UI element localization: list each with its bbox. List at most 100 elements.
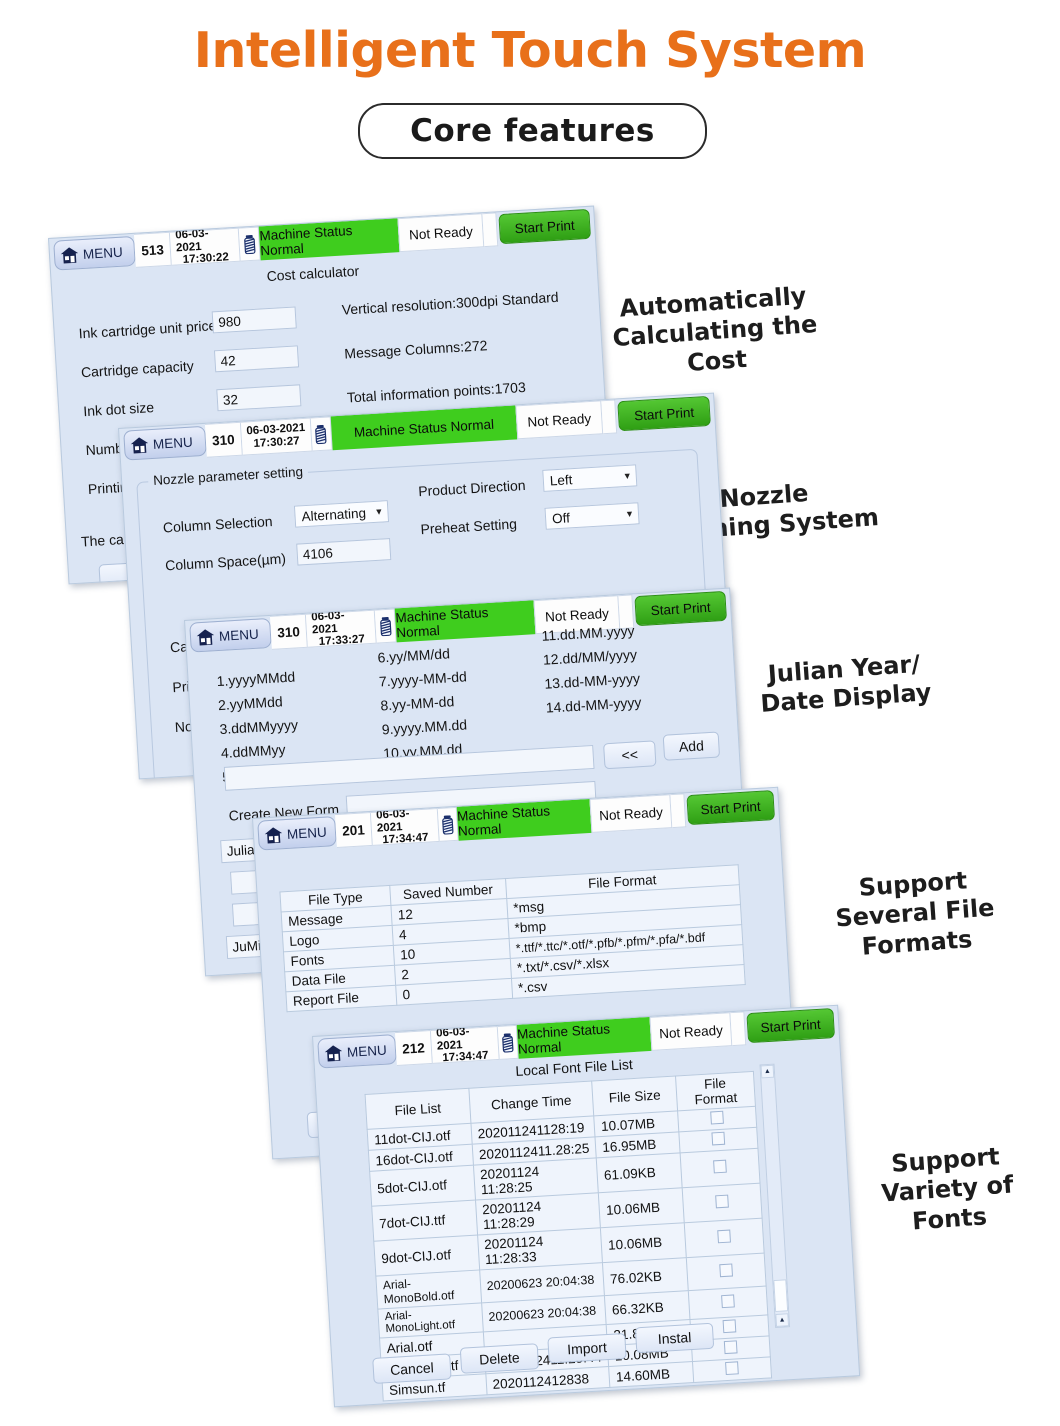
start-print-button[interactable]: Start Print [686,790,776,826]
file-size-cell: 76.02KB [602,1257,689,1296]
field-label: Ink cartridge unit price [78,317,217,342]
file-size-cell: 61.09KB [596,1152,683,1193]
date-text: 06-03-2021 [435,1025,470,1053]
cancel-button[interactable]: Cancel [372,1353,452,1384]
datetime-display: 06-03-2021 17:30:27 [240,417,313,456]
poster-stage: Intelligent Touch System Core features A… [0,0,1060,1426]
ink-dot-size-input[interactable]: 32 [216,384,302,412]
menu-label: MENU [82,244,124,262]
chevron-down-icon: ▼ [624,508,635,520]
date-format-column-3: 11.dd.MM.yyyy 12.dd/MM/yyyy 13.dd-MM-yyy… [541,618,642,720]
menu-button[interactable]: MENU [189,617,273,653]
counter-value: 201 [334,811,373,849]
install-button[interactable]: Instal [634,1322,715,1354]
row-checkbox[interactable] [713,1159,727,1174]
page-title: Intelligent Touch System [193,22,867,79]
select-value: Alternating [301,504,367,524]
date-format-column-2: 6.yy/MM/dd 7.yyyy-MM-dd 8.yy-MM-dd 9.yyy… [377,640,472,765]
select-cell[interactable] [688,1286,768,1320]
scroll-up-arrow[interactable]: ▲ [760,1064,775,1079]
header-spacer [730,1011,747,1047]
start-print-button[interactable]: Start Print [634,590,728,627]
ready-status: Not Ready [397,213,485,253]
ready-status: Not Ready [589,794,673,833]
ink-cartridge-icon [497,1024,519,1060]
select-cell[interactable] [684,1218,765,1258]
ink-cartridge-icon [239,226,261,262]
date-text: 06-03-2021 [375,807,410,835]
start-print-button[interactable]: Start Print [617,395,711,432]
home-icon [323,1043,343,1063]
scroll-thumb[interactable] [773,1279,789,1313]
menu-button[interactable]: MENU [257,816,337,851]
font-list-title: Local Font File List [514,1056,634,1079]
column-header: File Format [675,1071,756,1111]
file-size-cell: 14.60MB [608,1361,694,1388]
field-label: Cartridge capacity [80,357,195,381]
back-button[interactable]: << [603,740,657,770]
datetime-display: 06-03-2021 17:33:27 [306,609,378,648]
subtitle-badge: Core features [358,103,707,159]
date-format-item[interactable]: 14.dd-MM-yyyy [545,690,642,720]
counter-value: 310 [204,421,243,458]
row-checkbox[interactable] [725,1361,739,1376]
ink-price-input[interactable]: 980 [211,306,297,334]
counter-value: 212 [394,1029,433,1067]
date-text: 06-03-2021 [310,609,345,636]
counter-value: 513 [134,231,173,268]
menu-label: MENU [152,434,194,452]
panel-title: Cost calculator [266,262,360,285]
row-checkbox[interactable] [711,1131,726,1146]
panel-local-font-list: MENU 212 06-03-2021 17:34:47 Machine Sta… [312,1004,861,1408]
ink-cartridge-icon [310,416,333,452]
row-checkbox[interactable] [715,1194,729,1209]
row-checkbox[interactable] [719,1263,733,1278]
scroll-down-arrow[interactable]: ▲ [775,1313,790,1327]
menu-label: MENU [346,1042,388,1060]
ready-status: Not Ready [649,1012,733,1051]
menu-label: MENU [218,626,260,644]
select-cell[interactable] [692,1356,772,1383]
time-text: 17:30:27 [253,435,300,450]
file-size-cell: 10.06MB [598,1187,685,1228]
select-cell[interactable] [680,1148,761,1188]
select-value: Off [551,509,571,526]
select-value: Left [549,471,573,488]
row-checkbox[interactable] [722,1319,737,1334]
subtitle-text: Core features [410,113,655,149]
ready-status: Not Ready [515,400,604,440]
home-icon [195,627,215,647]
row-checkbox[interactable] [710,1110,724,1125]
import-button[interactable]: Import [547,1332,627,1364]
home-icon [263,825,283,845]
info-line: Total information points:1703 [346,378,527,406]
home-icon [129,435,149,455]
start-print-button[interactable]: Start Print [746,1008,836,1044]
select-cell[interactable] [686,1253,767,1291]
header-spacer [482,212,499,248]
home-icon [59,245,79,265]
add-button[interactable]: Add [662,731,721,761]
delete-button[interactable]: Delete [459,1343,540,1374]
datetime-display: 06-03-2021 17:34:47 [430,1025,500,1065]
menu-button[interactable]: MENU [123,425,207,461]
header-spacer [670,793,687,829]
callout-formats: Support Several File Formats [834,866,996,961]
datetime-display: 06-03-2021 17:30:22 [170,227,242,266]
row-checkbox[interactable] [723,1340,738,1355]
cartridge-capacity-input[interactable]: 42 [213,345,300,373]
select-cell[interactable] [682,1183,763,1223]
info-line: Vertical resolution:300dpi Standard [341,288,560,318]
start-print-button[interactable]: Start Print [498,208,592,245]
row-checkbox[interactable] [721,1294,735,1309]
ink-cartridge-icon [437,806,459,842]
menu-button[interactable]: MENU [317,1034,397,1069]
callout-fonts: Support Variety of Fonts [880,1142,1015,1236]
row-checkbox[interactable] [717,1229,731,1244]
file-format-table: File Type Saved Number File Format Messa… [279,864,746,1013]
counter-value: 310 [270,613,309,650]
ink-cartridge-icon [375,608,397,644]
callout-cost: Automatically Calculating the Cost [611,281,819,377]
chevron-down-icon: ▼ [374,506,384,517]
menu-button[interactable]: MENU [53,235,137,271]
